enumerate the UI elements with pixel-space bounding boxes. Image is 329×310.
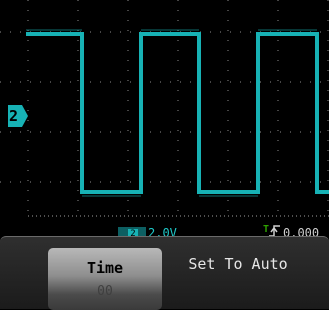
time-softkey-value: 00: [97, 284, 113, 299]
time-softkey-label: Time: [86, 259, 124, 277]
channel-2-level-marker[interactable]: 2: [8, 105, 28, 127]
time-softkey[interactable]: Time 00: [48, 248, 162, 310]
waveform-display: [0, 0, 329, 235]
channel-2-trace: [26, 32, 329, 194]
channel-number: 2: [9, 107, 19, 125]
waveform-canvas: [0, 0, 329, 220]
softkey-menu-bar: Time 00 Set To Auto: [0, 236, 329, 310]
set-to-auto-softkey[interactable]: Set To Auto: [178, 255, 298, 279]
